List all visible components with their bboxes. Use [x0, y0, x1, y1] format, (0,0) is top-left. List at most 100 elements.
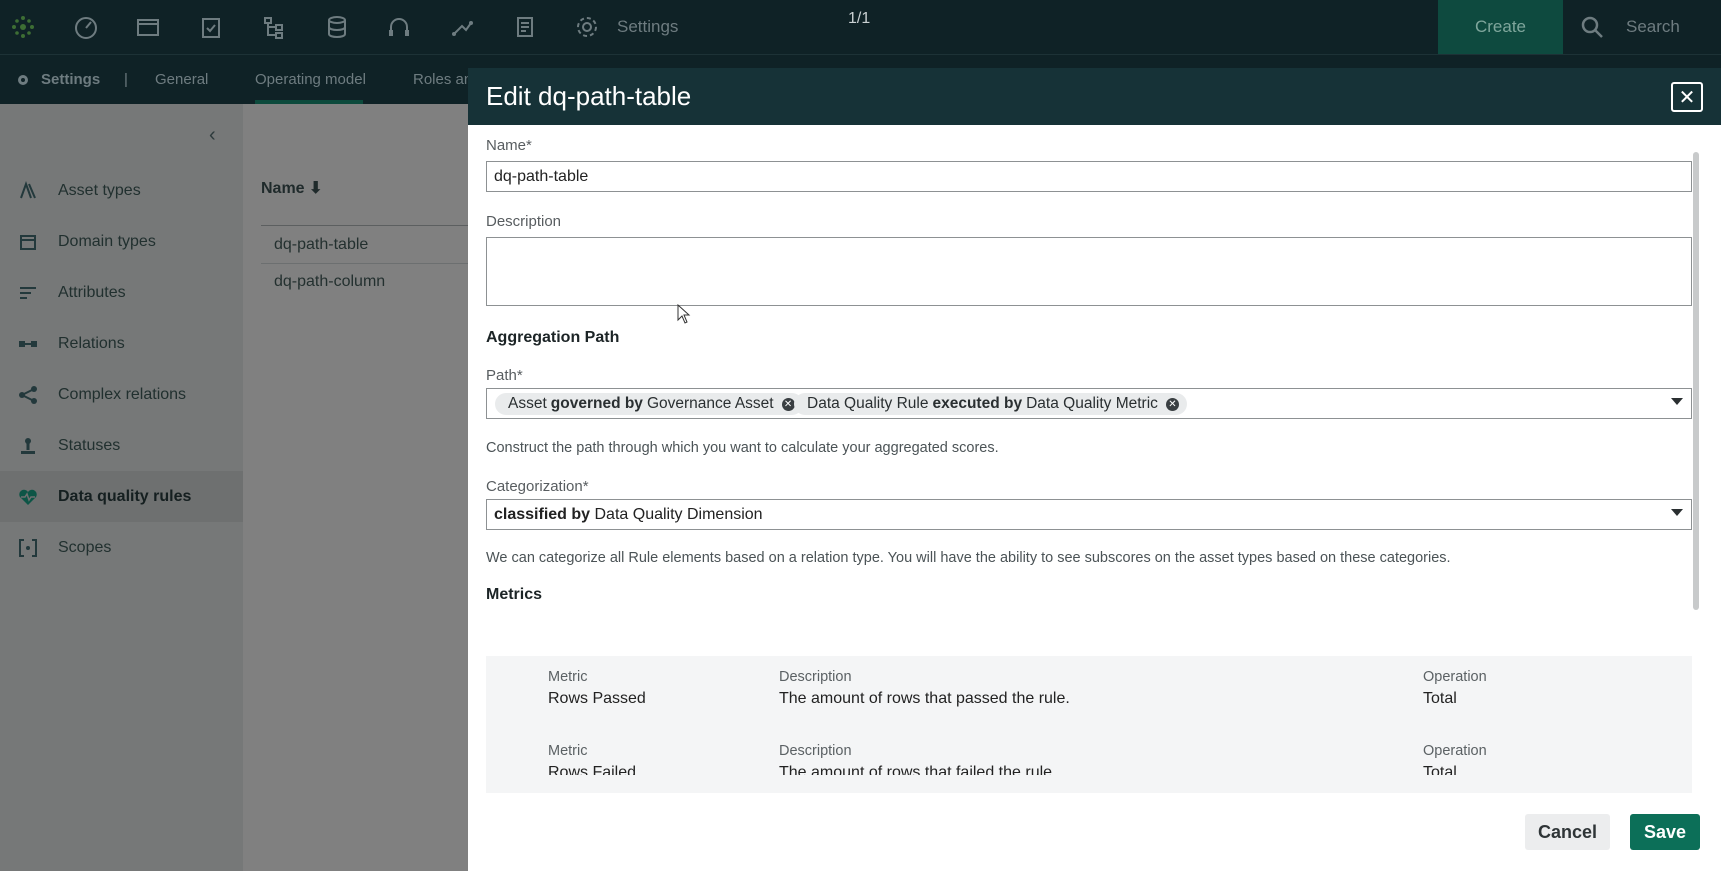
path-label: Path* [486, 367, 523, 384]
sidebar-item-label: Statuses [58, 436, 121, 454]
metric-row[interactable]: Metric Rows Passed Description The amoun… [486, 656, 1692, 725]
database-icon[interactable] [322, 12, 352, 42]
header-divider [261, 225, 473, 226]
metric-description: The amount of rows that passed the rule. [779, 690, 1070, 707]
tab-operating-model[interactable]: Operating model [255, 71, 366, 88]
path-chip: Data Quality Rule executed by Data Quali… [794, 393, 1187, 415]
sidebar-item-relations[interactable]: Relations [0, 318, 243, 369]
search-icon[interactable] [1577, 12, 1607, 42]
metric-operation: Total [1423, 690, 1457, 707]
metric-name: Rows Failed [548, 764, 637, 775]
metric-operation: Total [1423, 764, 1457, 775]
close-button[interactable]: ✕ [1671, 82, 1703, 112]
sidebar-item-label: Attributes [58, 283, 126, 301]
subnav-separator: | [124, 71, 128, 88]
close-icon: ✕ [1678, 86, 1696, 109]
sidebar-item-label: Asset types [58, 181, 141, 199]
categorization-relation: classified by [494, 506, 591, 523]
sidebar-item-scopes[interactable]: Scopes [0, 522, 243, 573]
hierarchy-icon[interactable] [259, 12, 289, 42]
clipboard-icon[interactable] [196, 12, 226, 42]
metric-row[interactable]: Metric Rows Failed Description The amoun… [486, 730, 1692, 775]
path-select[interactable]: Asset governed by Governance Asset ✕ Dat… [486, 388, 1692, 419]
aggregation-path-title: Aggregation Path [486, 329, 620, 346]
name-column-header[interactable]: Name ⬇ [261, 178, 322, 198]
attributes-icon [20, 286, 36, 299]
domain-types-icon [20, 234, 36, 250]
dialog-header: Edit dq-path-table ✕ [468, 68, 1721, 125]
table-row[interactable]: dq-path-table [274, 236, 368, 254]
tab-general[interactable]: General [155, 71, 208, 88]
metric-name: Rows Passed [548, 690, 646, 707]
collapse-sidebar-icon[interactable]: ‹ [209, 124, 216, 147]
sidebar-item-statuses[interactable]: Statuses [0, 420, 243, 471]
sidebar-item-complex-relations[interactable]: Complex relations [0, 369, 243, 420]
settings-sidebar: ‹ Asset types Domain types Attributes Re… [0, 104, 243, 871]
gear-icon [18, 75, 28, 85]
rules-table: Name ⬇ dq-path-table dq-path-column [243, 104, 473, 871]
create-button[interactable]: Create [1438, 0, 1563, 54]
name-field[interactable]: dq-path-table [486, 161, 1692, 192]
workflow-icon[interactable] [447, 12, 477, 42]
screen: Settings 1/1 Create Search Settings | Ge… [0, 0, 1721, 871]
sidebar-item-label: Complex relations [58, 385, 187, 403]
name-label: Name* [486, 137, 532, 154]
chip-subject: Asset [508, 395, 547, 412]
sidebar-item-label: Scopes [58, 538, 112, 556]
description-label: Description [486, 213, 562, 230]
sidebar-item-domain-types[interactable]: Domain types [0, 216, 243, 267]
dashboard-icon[interactable] [71, 12, 101, 42]
folder-icon[interactable] [133, 12, 163, 42]
search-input[interactable]: Search [1626, 17, 1680, 37]
cancel-button[interactable]: Cancel [1525, 814, 1610, 850]
path-chip: Asset governed by Governance Asset ✕ [495, 393, 803, 415]
sidebar-item-label: Relations [58, 334, 125, 352]
headset-icon[interactable] [384, 12, 414, 42]
page-counter: 1/1 [848, 10, 871, 27]
complex-relations-icon [19, 385, 37, 404]
categorization-label: Categorization* [486, 478, 589, 495]
edit-dialog: Edit dq-path-table ✕ Name* dq-path-table… [468, 68, 1721, 871]
gear-icon[interactable] [572, 12, 602, 42]
table-row[interactable]: dq-path-column [274, 273, 385, 291]
relations-icon [19, 340, 37, 347]
remove-chip-icon[interactable]: ✕ [781, 397, 795, 411]
report-icon[interactable] [510, 12, 540, 42]
metric-row-clip: Metric Rows Failed Description The amoun… [486, 730, 1692, 775]
metric-caption: Metric [548, 743, 588, 759]
app-logo-icon[interactable] [8, 12, 38, 42]
dialog-scrollbar[interactable] [1693, 152, 1699, 610]
sidebar-item-asset-types[interactable]: Asset types [0, 165, 243, 216]
chevron-down-icon[interactable] [1671, 398, 1683, 405]
sidebar-item-label: Data quality rules [58, 487, 192, 505]
path-helper-text: Construct the path through which you wan… [486, 440, 999, 456]
heart-pulse-icon [19, 489, 37, 505]
description-caption: Description [779, 669, 852, 685]
metric-description: The amount of rows that failed the rule. [779, 764, 1057, 775]
chip-relation: executed by [932, 395, 1023, 412]
description-caption: Description [779, 743, 852, 759]
chip-object: Governance Asset [646, 395, 774, 412]
mouse-cursor-icon [677, 304, 691, 324]
sidebar-item-data-quality-rules[interactable]: Data quality rules [0, 471, 243, 522]
categorization-value: classified by Data Quality Dimension [494, 506, 763, 524]
categorization-select[interactable]: classified by Data Quality Dimension [486, 499, 1692, 530]
description-field[interactable] [486, 237, 1692, 306]
operation-caption: Operation [1423, 669, 1487, 685]
categorization-helper-text: We can categorize all Rule elements base… [486, 550, 1451, 566]
row-divider [261, 263, 473, 264]
chip-subject: Data Quality Rule [807, 395, 929, 412]
sidebar-item-attributes[interactable]: Attributes [0, 267, 243, 318]
settings-nav-label[interactable]: Settings [617, 17, 678, 37]
asset-types-icon [20, 180, 36, 198]
settings-title: Settings [41, 71, 101, 88]
operation-caption: Operation [1423, 743, 1487, 759]
chevron-down-icon[interactable] [1671, 509, 1683, 516]
scopes-icon [19, 538, 37, 557]
sidebar-item-label: Domain types [58, 232, 156, 250]
save-button[interactable]: Save [1630, 814, 1700, 850]
tab-roles[interactable]: Roles an [413, 71, 472, 88]
top-navigation-bar: Settings 1/1 Create Search [0, 0, 1721, 54]
remove-chip-icon[interactable]: ✕ [1165, 397, 1179, 411]
metrics-title: Metrics [486, 586, 543, 603]
